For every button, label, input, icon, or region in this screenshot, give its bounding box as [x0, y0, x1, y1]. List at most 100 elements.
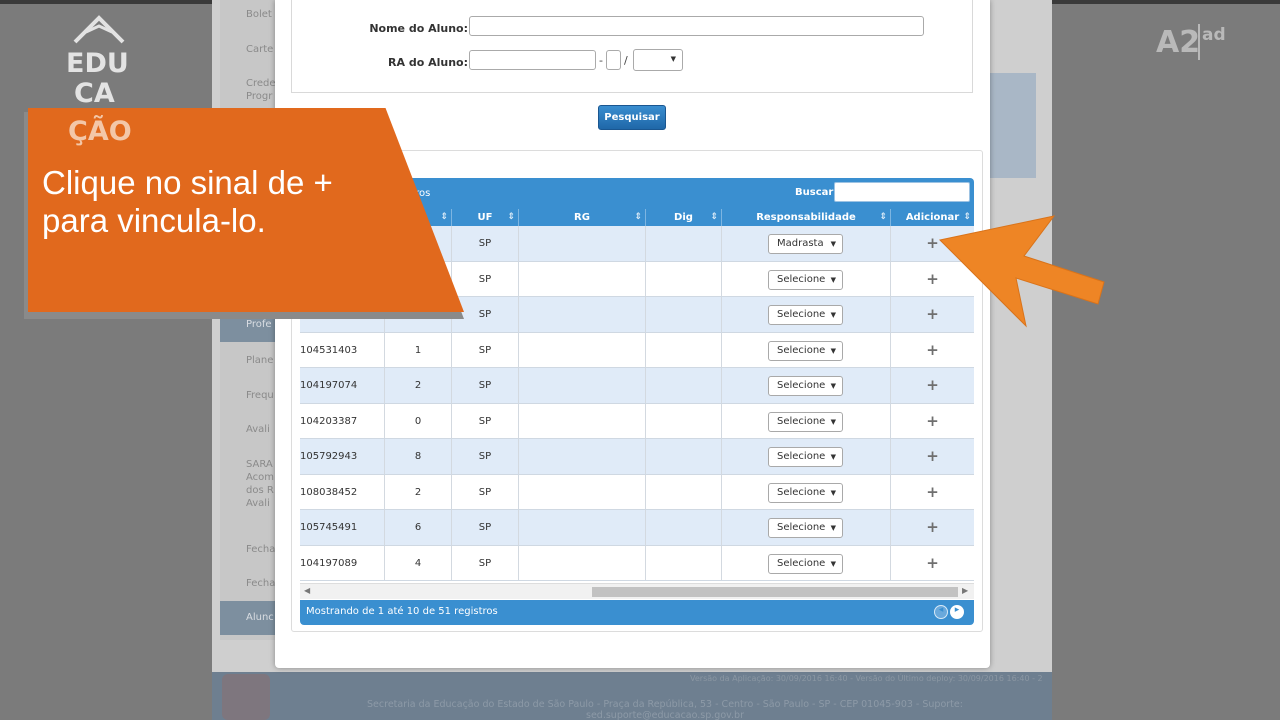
add-plus-icon[interactable]: +: [926, 376, 939, 394]
add-plus-icon[interactable]: +: [926, 341, 939, 359]
add-plus-icon[interactable]: +: [926, 483, 939, 501]
rg-cell: [518, 439, 645, 474]
a2ad-mark-icon: A2 ad: [1156, 24, 1226, 60]
rg-cell: [518, 226, 645, 261]
column-header-responsabilidade[interactable]: Responsabilidade ⇕: [721, 209, 890, 226]
nome-aluno-input[interactable]: [469, 16, 924, 36]
responsabilidade-cell: Selecione ▼: [721, 439, 890, 474]
responsabilidade-cell: Selecione ▼: [721, 368, 890, 403]
sort-icon: ⇕: [710, 212, 718, 222]
responsabilidade-value: Selecione: [777, 522, 826, 533]
add-plus-icon[interactable]: +: [926, 554, 939, 572]
responsabilidade-select[interactable]: Selecione ▼: [768, 305, 843, 325]
sort-icon: ⇕: [440, 212, 448, 222]
caret-down-icon: ▼: [830, 524, 836, 532]
responsabilidade-cell: Selecione ▼: [721, 297, 890, 332]
horizontal-scrollbar[interactable]: ◀ ▶: [300, 583, 974, 599]
caret-down-icon: ▼: [830, 275, 836, 284]
column-header-rg[interactable]: RG ⇕: [518, 209, 645, 226]
rg-cell: [518, 332, 645, 367]
rg-cell: [518, 297, 645, 332]
nome-aluno-label: Nome do Aluno:: [369, 22, 468, 35]
responsabilidade-select[interactable]: Selecione ▼: [768, 269, 843, 290]
roof-icon: [73, 15, 125, 44]
scroll-right-icon[interactable]: ▶: [962, 586, 968, 595]
responsabilidade-value: Selecione: [777, 344, 826, 356]
sort-icon: ⇕: [879, 212, 887, 222]
ra-cell: 108038452: [300, 486, 358, 498]
previous-page-button[interactable]: ◂: [934, 605, 948, 619]
ra-digit-cell: 1: [384, 332, 451, 367]
rg-digit-cell: [645, 439, 721, 474]
version-info: Versão da Aplicação: 30/09/2016 16:40 - …: [690, 674, 1043, 683]
adicionar-cell: +: [890, 439, 974, 474]
adicionar-cell: +: [890, 474, 974, 509]
next-page-button[interactable]: ▸: [950, 605, 964, 619]
caret-down-icon: ▼: [830, 488, 836, 497]
uf-cell: SP: [451, 261, 518, 296]
rg-digit-cell: [645, 297, 721, 332]
edu-word-1: EDU: [66, 48, 129, 79]
next-arrow-icon: ▸: [954, 605, 960, 615]
background-right-panel: [988, 73, 1036, 178]
ra-aluno-input[interactable]: [469, 50, 596, 70]
ra-cell: 104203387: [300, 415, 358, 427]
sort-icon: ⇕: [634, 212, 642, 222]
responsabilidade-select[interactable]: Selecione ▼: [768, 411, 843, 432]
caret-down-icon: ▼: [830, 346, 836, 355]
edu-word-2: CA: [74, 78, 115, 109]
scrollbar-thumb[interactable]: [592, 587, 958, 597]
responsabilidade-select[interactable]: Selecione ▼: [768, 553, 843, 574]
sp-seal-logo: [222, 674, 270, 720]
ra-digit-cell: 0: [384, 403, 451, 438]
uf-cell: SP: [451, 332, 518, 367]
uf-cell: SP: [451, 545, 518, 580]
responsabilidade-cell: Madrasta ▼: [721, 226, 890, 261]
column-header-uf[interactable]: UF ⇕: [451, 209, 518, 226]
responsabilidade-select[interactable]: Selecione ▼: [768, 376, 843, 396]
pesquisar-button[interactable]: Pesquisar: [598, 105, 666, 130]
rg-cell: [518, 510, 645, 545]
responsabilidade-select[interactable]: Selecione ▼: [768, 518, 843, 538]
table-row: 105745491 6 SP Selecione ▼ +: [300, 510, 974, 546]
footer-email: sed.suporte@educacao.sp.gov.br: [586, 710, 744, 720]
adicionar-cell: +: [890, 332, 974, 367]
ra-aluno-label: RA do Aluno:: [388, 56, 468, 69]
responsabilidade-select[interactable]: Selecione ▼: [768, 340, 843, 361]
caret-down-icon: ▼: [670, 55, 676, 63]
column-header-dig-rg[interactable]: Dig ⇕: [645, 209, 721, 226]
add-plus-icon[interactable]: +: [926, 447, 939, 465]
ra-cell: 105792943: [300, 451, 358, 462]
ra-uf-select[interactable]: ▼: [633, 49, 683, 71]
responsabilidade-select[interactable]: Selecione ▼: [768, 447, 843, 467]
footer-address: Secretaria da Educação do Estado de São …: [367, 699, 963, 710]
ra-digit-cell: 2: [384, 368, 451, 403]
scroll-left-icon[interactable]: ◀: [304, 586, 310, 595]
ra-slash: /: [624, 54, 628, 67]
buscar-input[interactable]: [834, 182, 970, 202]
rg-digit-cell: [645, 545, 721, 580]
responsabilidade-select[interactable]: Selecione ▼: [768, 482, 843, 503]
add-plus-icon[interactable]: +: [926, 412, 939, 430]
uf-cell: SP: [451, 474, 518, 509]
rg-digit-cell: [645, 261, 721, 296]
table-row: 105792943 8 SP Selecione ▼ +: [300, 439, 974, 475]
ra-digit-cell: 2: [384, 474, 451, 509]
rg-digit-cell: [645, 403, 721, 438]
ra-digit-input[interactable]: [606, 50, 621, 70]
responsabilidade-value: Selecione: [777, 273, 826, 285]
pointer-arrow-icon: [938, 215, 1105, 328]
table-row: 108038452 2 SP Selecione ▼ +: [300, 474, 974, 510]
search-form: Nome do Aluno: RA do Aluno: - / ▼: [291, 0, 973, 93]
responsabilidade-select[interactable]: Madrasta ▼: [768, 234, 843, 254]
rg-digit-cell: [645, 510, 721, 545]
ra-cell: 104531403: [300, 344, 358, 356]
caret-down-icon: ▼: [830, 417, 836, 426]
add-plus-icon[interactable]: +: [926, 518, 939, 536]
ra-digit-cell: 6: [384, 510, 451, 545]
ra-cell: 104197074: [300, 380, 358, 391]
background-side-menu: Bolet Carte Crede Progr Profe Plane Frequ Aval…: [220, 0, 282, 640]
caret-down-icon: ▼: [830, 559, 836, 568]
rg-digit-cell: [645, 368, 721, 403]
responsabilidade-value: Madrasta: [777, 238, 824, 249]
